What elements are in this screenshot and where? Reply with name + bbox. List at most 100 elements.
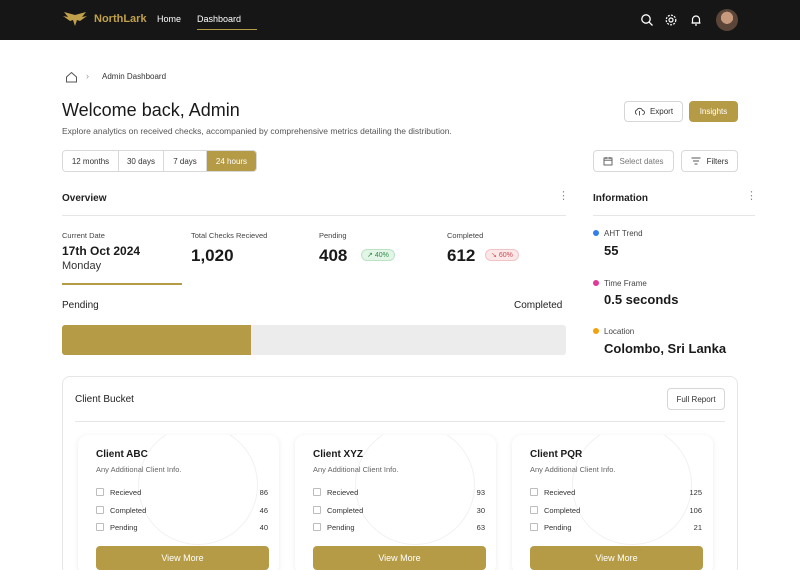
current-date-value: 17th Oct 2024 <box>62 244 141 258</box>
filters-button[interactable]: Filters <box>681 150 738 172</box>
checkbox[interactable] <box>96 506 104 514</box>
nav-link-dashboard[interactable]: Dashboard <box>197 14 241 24</box>
time-frame-dot <box>593 280 599 286</box>
cloud-download-icon <box>634 107 645 116</box>
overview-more-icon[interactable]: ⋮ <box>558 191 569 202</box>
checkbox[interactable] <box>313 523 321 531</box>
view-more-button[interactable]: View More <box>96 546 269 570</box>
view-more-button[interactable]: View More <box>530 546 703 570</box>
client-row-completed: Completed 30 <box>313 504 485 516</box>
client-row-pending: Pending 40 <box>96 521 268 533</box>
row-label: Pending <box>110 522 138 532</box>
pending-label: Pending <box>319 231 347 240</box>
filter-lines-icon <box>691 157 701 165</box>
row-label: Recieved <box>544 487 576 497</box>
completed-change-badge: ↘ 60% <box>485 249 519 261</box>
row-label: Pending <box>544 522 572 532</box>
client-info: Any Additional Client Info. <box>313 465 399 474</box>
brand-logo[interactable]: NorthLark <box>62 11 147 27</box>
completed-label: Completed <box>447 231 484 240</box>
bell-icon[interactable] <box>689 13 703 27</box>
aht-trend-value: 55 <box>604 243 619 258</box>
eagle-logo-icon <box>63 12 87 26</box>
checkbox[interactable] <box>96 523 104 531</box>
pending-completed-progress-bar <box>62 325 566 355</box>
trend-down-icon: ↘ <box>491 252 497 259</box>
location-label: Location <box>604 327 635 336</box>
active-nav-indicator <box>197 29 257 30</box>
information-title: Information <box>593 193 648 204</box>
client-name: Client ABC <box>96 449 148 460</box>
gear-icon[interactable] <box>664 13 678 27</box>
breadcrumb-separator-icon: › <box>86 71 89 81</box>
row-count: 30 <box>476 505 485 515</box>
row-label: Completed <box>544 505 581 515</box>
client-row-recieved: Recieved 86 <box>96 486 268 498</box>
information-more-icon[interactable]: ⋮ <box>746 191 757 202</box>
nav-link-home[interactable]: Home <box>157 14 181 24</box>
completed-value: 612 <box>447 246 476 265</box>
client-name: Client XYZ <box>313 449 364 460</box>
row-count: 40 <box>259 522 268 532</box>
checkbox[interactable] <box>530 506 538 514</box>
pending-progress-fill <box>62 325 251 355</box>
select-dates-label: Select dates <box>619 156 664 166</box>
row-count: 86 <box>259 487 268 497</box>
row-count: 106 <box>689 505 702 515</box>
time-frame-value: 0.5 seconds <box>604 292 679 307</box>
user-avatar[interactable] <box>716 9 738 31</box>
export-button[interactable]: Export <box>624 101 683 122</box>
pending-value: 408 <box>319 246 348 265</box>
row-count: 93 <box>476 487 485 497</box>
total-checks-label: Total Checks Recieved <box>191 231 268 240</box>
search-icon[interactable] <box>640 13 654 27</box>
row-label: Recieved <box>327 487 359 497</box>
top-navigation-bar: NorthLark Home Dashboard <box>0 0 800 40</box>
total-checks-value: 1,020 <box>191 246 234 265</box>
location-value: Colombo, Sri Lanka <box>604 341 727 356</box>
breadcrumb-current[interactable]: Admin Dashboard <box>102 72 166 81</box>
insights-button[interactable]: Insights <box>689 101 738 122</box>
active-stat-indicator <box>62 283 182 285</box>
pending-change-badge: ↗ 40% <box>361 249 395 261</box>
trend-up-icon: ↗ <box>367 252 373 259</box>
view-more-button[interactable]: View More <box>313 546 486 570</box>
client-row-pending: Pending 21 <box>530 521 702 533</box>
client-row-completed: Completed 46 <box>96 504 268 516</box>
range-7-days[interactable]: 7 days <box>164 151 207 171</box>
checkbox[interactable] <box>313 488 321 496</box>
client-row-recieved: Recieved 93 <box>313 486 485 498</box>
client-row-completed: Completed 106 <box>530 504 702 516</box>
full-report-button[interactable]: Full Report <box>667 388 725 410</box>
home-icon[interactable] <box>65 71 78 83</box>
range-12-months[interactable]: 12 months <box>63 151 119 171</box>
row-label: Completed <box>110 505 147 515</box>
time-range-selector: 12 months 30 days 7 days 24 hours <box>62 150 257 172</box>
aht-trend-dot <box>593 230 599 236</box>
information-divider <box>593 215 755 216</box>
checkbox[interactable] <box>313 506 321 514</box>
range-30-days[interactable]: 30 days <box>119 151 164 171</box>
current-date-label: Current Date <box>62 231 105 240</box>
page-title: Welcome back, Admin <box>62 100 240 120</box>
export-label: Export <box>649 107 674 116</box>
client-info: Any Additional Client Info. <box>530 465 616 474</box>
client-card-abc: Client ABC Any Additional Client Info. R… <box>78 435 279 570</box>
checkbox[interactable] <box>530 523 538 531</box>
completed-change-value: 60% <box>498 251 513 259</box>
select-dates-button[interactable]: Select dates <box>593 150 674 172</box>
pending-change-value: 40% <box>374 251 389 259</box>
client-bucket-divider <box>75 421 725 422</box>
row-label: Recieved <box>110 487 142 497</box>
checkbox[interactable] <box>530 488 538 496</box>
client-row-pending: Pending 63 <box>313 521 485 533</box>
client-row-recieved: Recieved 125 <box>530 486 702 498</box>
row-count: 46 <box>259 505 268 515</box>
row-label: Completed <box>327 505 364 515</box>
range-24-hours[interactable]: 24 hours <box>207 151 256 171</box>
checkbox[interactable] <box>96 488 104 496</box>
row-count: 21 <box>693 522 702 532</box>
location-dot <box>593 328 599 334</box>
client-name: Client PQR <box>530 449 583 460</box>
time-frame-label: Time Frame <box>604 279 647 288</box>
